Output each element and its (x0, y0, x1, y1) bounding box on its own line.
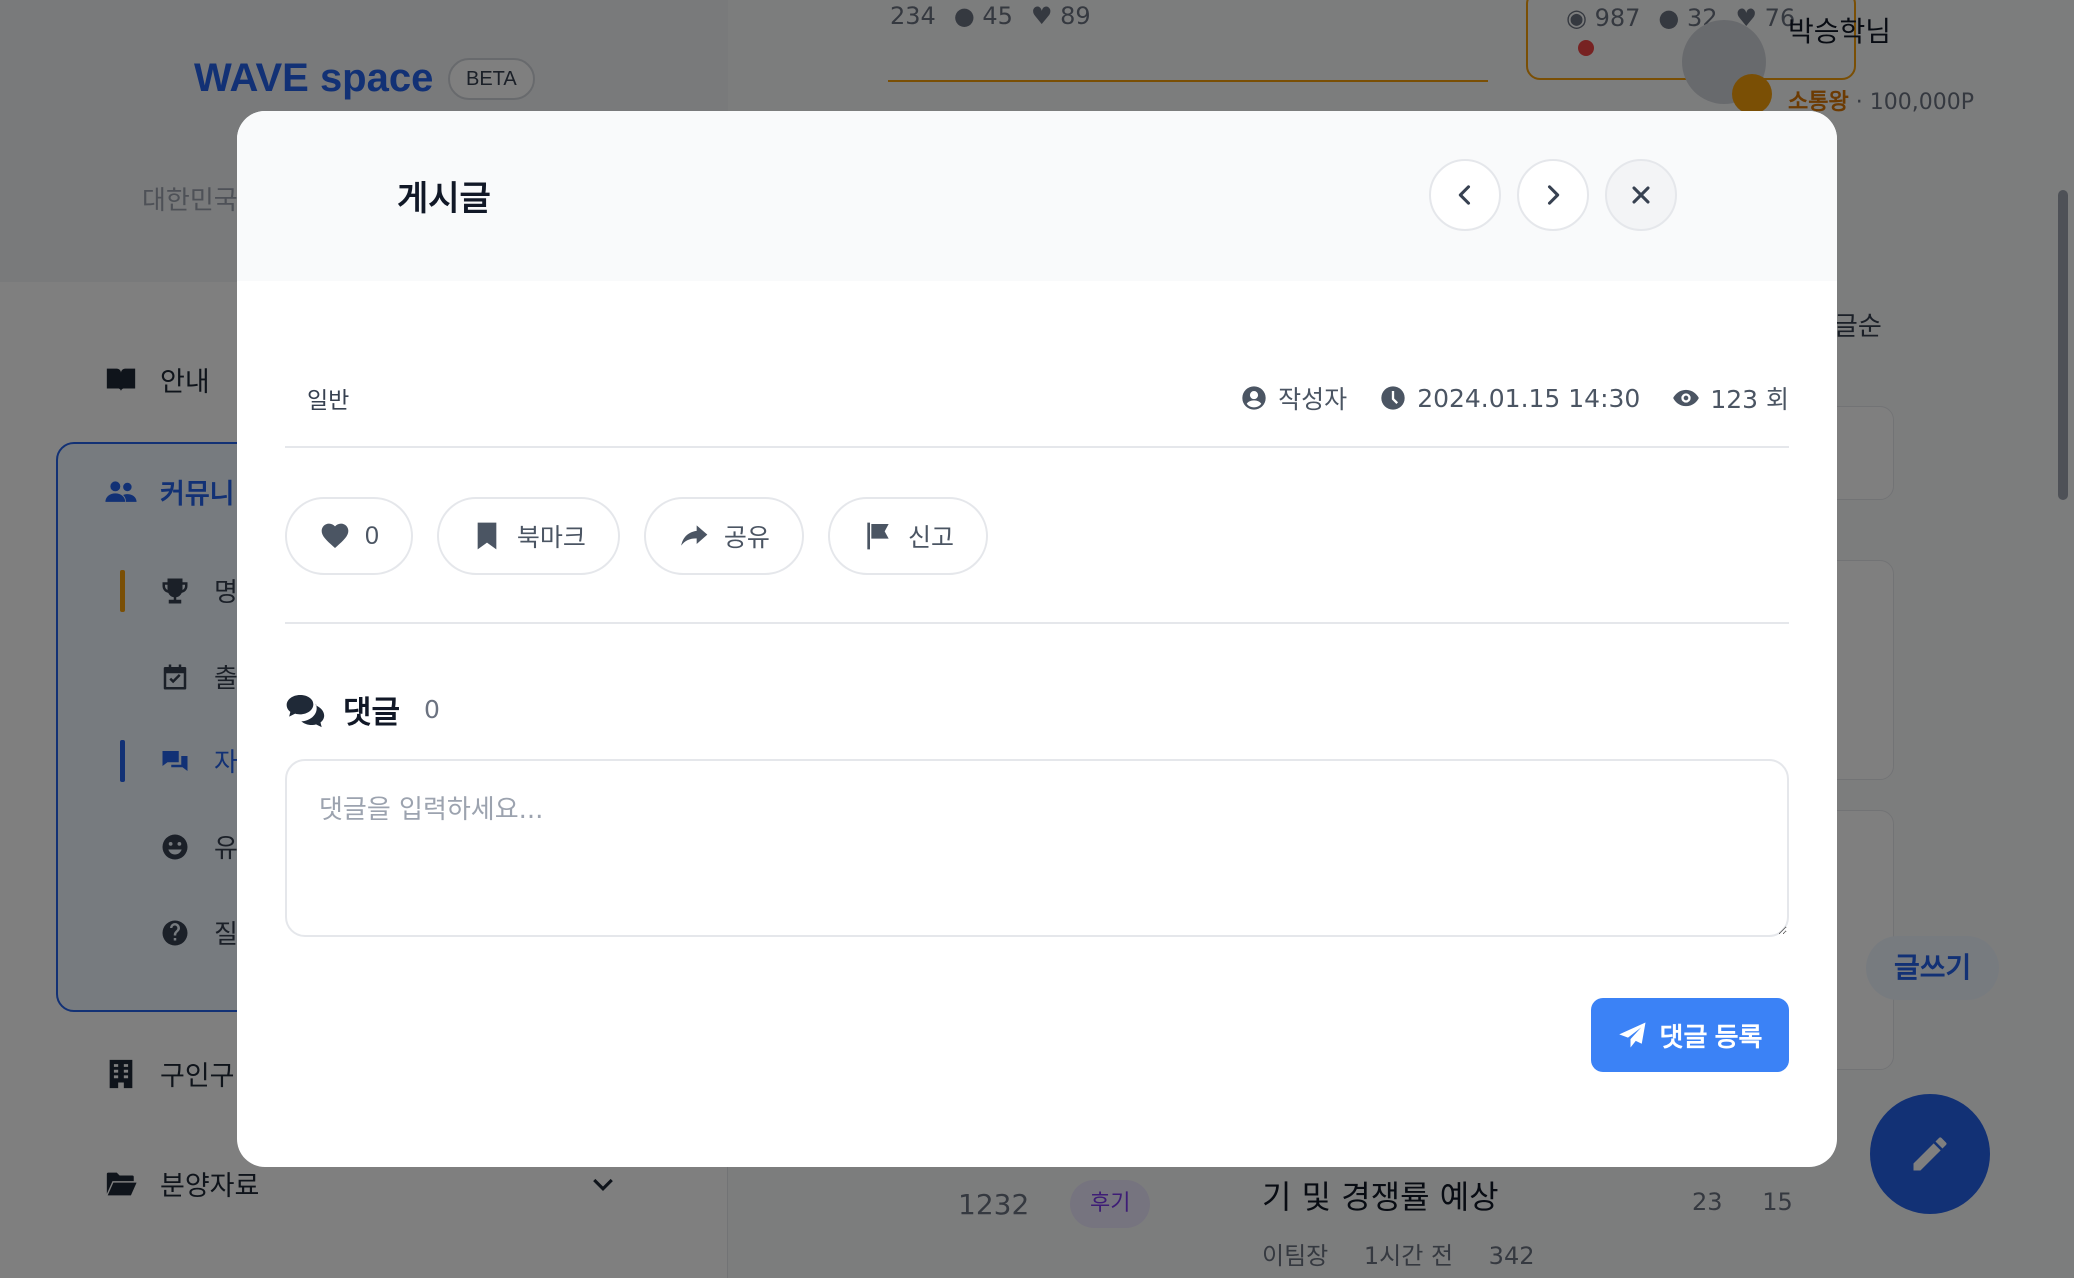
close-button[interactable] (1605, 159, 1677, 231)
comments-title: 댓글 (343, 695, 401, 731)
post-datetime-value: 2024.01.15 14:30 (1417, 383, 1641, 413)
divider (285, 446, 1789, 448)
eye-icon (1673, 389, 1700, 407)
share-button[interactable]: 공유 (643, 497, 804, 575)
paper-plane-icon (1618, 1022, 1646, 1048)
bookmark-icon (477, 522, 497, 550)
comments-count: 0 (424, 695, 440, 724)
prev-post-button[interactable] (1429, 159, 1501, 231)
comments-header: 댓글 0 (285, 687, 440, 732)
share-icon (681, 525, 708, 546)
modal-title: 게시글 (397, 179, 491, 219)
post-modal: 게시글 일반 작성자 2024.01.15 14:30 123 회 0 북마크 … (237, 111, 1837, 1167)
bookmark-label: 북마크 (516, 524, 586, 552)
next-post-button[interactable] (1517, 159, 1589, 231)
post-author: 작성자 (1240, 380, 1347, 416)
modal-header: 게시글 (237, 111, 1837, 281)
chevron-left-icon (1458, 185, 1471, 205)
bookmark-button[interactable]: 북마크 (436, 497, 620, 575)
submit-label: 댓글 등록 (1659, 1021, 1763, 1052)
close-icon (1632, 186, 1650, 204)
flag-icon (867, 522, 889, 550)
post-meta: 일반 작성자 2024.01.15 14:30 123 회 (285, 371, 1789, 425)
comments-icon (286, 694, 325, 727)
clock-icon (1381, 386, 1405, 410)
post-datetime: 2024.01.15 14:30 (1379, 384, 1640, 413)
post-views-value: 123 회 (1710, 385, 1789, 414)
chevron-right-icon (1547, 185, 1560, 205)
share-label: 공유 (723, 524, 770, 552)
post-views: 123 회 (1672, 380, 1789, 416)
user-circle-icon (1242, 386, 1266, 410)
post-author-name: 작성자 (1278, 385, 1348, 414)
report-button[interactable]: 신고 (827, 497, 988, 575)
divider (285, 622, 1789, 624)
report-label: 신고 (907, 524, 954, 552)
submit-comment-button[interactable]: 댓글 등록 (1591, 998, 1789, 1072)
like-count: 0 (365, 521, 379, 550)
heart-icon (321, 523, 349, 548)
post-actions: 0 북마크 공유 신고 (285, 497, 988, 575)
comment-input[interactable] (285, 759, 1789, 937)
post-meta-right: 작성자 2024.01.15 14:30 123 회 (1240, 380, 1789, 416)
like-button[interactable]: 0 (285, 497, 413, 575)
post-category: 일반 (307, 388, 350, 414)
